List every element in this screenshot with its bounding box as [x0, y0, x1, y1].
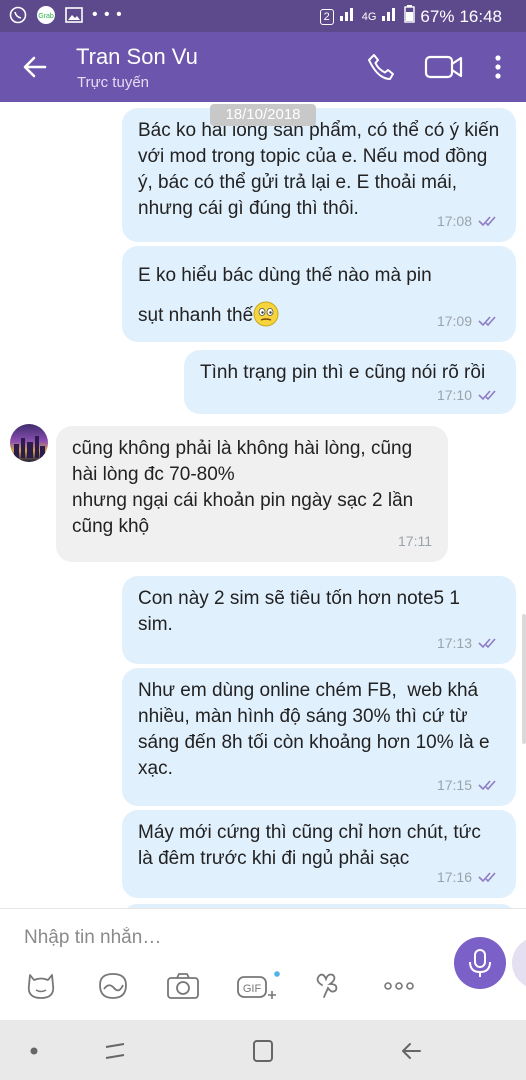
message-text: E ko hiểu bác dùng thế nào mà pin sụt nh… — [138, 265, 437, 326]
outgoing-message[interactable]: Bác ko hài lòng sản phẩm, có thể có ý ki… — [122, 108, 516, 242]
message-meta: 17:08 — [437, 208, 500, 234]
grab-icon: Grab — [36, 5, 56, 25]
back-button[interactable] — [20, 52, 50, 82]
read-tick-icon — [478, 780, 496, 791]
network-type: 4G — [361, 10, 377, 23]
camera-button[interactable] — [166, 971, 200, 1001]
outgoing-message[interactable]: Như em dùng online chém FB, web khá nhiề… — [122, 668, 516, 806]
message-time: 17:15 — [436, 777, 472, 793]
message-time: 17:16 — [436, 869, 472, 885]
message-text: cũng không phải là không hài lòng, cũng … — [72, 438, 414, 537]
composer: GIF — [0, 908, 526, 1020]
gif-icon: GIF — [237, 971, 280, 999]
secondary-action-button[interactable] — [512, 937, 526, 989]
doodle-button[interactable] — [96, 971, 130, 1001]
sim-indicator: 2 — [319, 8, 334, 25]
microphone-icon — [469, 949, 491, 977]
recent-apps-button[interactable] — [102, 1038, 128, 1064]
gallery-icon — [64, 5, 84, 25]
outgoing-message[interactable]: Con này 2 sim sẽ tiêu tốn hơn note5 1 si… — [122, 576, 516, 664]
message-time: 17:11 — [398, 533, 432, 549]
read-tick-icon — [478, 872, 496, 883]
camera-icon — [167, 973, 199, 999]
home-button[interactable] — [250, 1038, 276, 1064]
message-time: 17:08 — [436, 213, 472, 229]
back-nav-button[interactable] — [398, 1038, 424, 1064]
city-skyline-image — [14, 436, 45, 458]
message-meta: 17:13 — [437, 630, 500, 656]
home-dot-icon — [30, 1047, 38, 1055]
more-options-icon — [384, 982, 414, 990]
signal-icon — [339, 6, 357, 27]
outgoing-message[interactable]: Tình trạng pin thì e cũng nói rõ rồi 17:… — [184, 350, 516, 414]
call-button[interactable] — [366, 52, 398, 82]
system-indicators: 2 4G 67% 16:48 — [319, 5, 502, 28]
sticker-icon — [27, 974, 55, 999]
message-time: 17:13 — [436, 635, 472, 651]
message-input[interactable] — [24, 927, 424, 949]
message-meta: 17:09 — [437, 308, 500, 334]
viber-icon — [8, 5, 28, 25]
message-meta: 17:10 — [437, 382, 500, 408]
more-options-button[interactable] — [382, 971, 416, 1001]
svg-text:GIF: GIF — [243, 983, 262, 995]
video-call-button[interactable] — [424, 52, 466, 82]
recent-apps-icon — [105, 1043, 125, 1059]
overflow-menu-button[interactable] — [486, 52, 510, 82]
message-meta: 17:11 — [398, 528, 432, 554]
battery-icon — [404, 5, 416, 28]
doodle-icon — [99, 973, 127, 999]
system-navigation-bar — [0, 1020, 526, 1080]
outgoing-message[interactable]: Máy mới cứng thì cũng chỉ hơn chút, tức … — [122, 810, 516, 898]
date-separator: 18/10/2018 — [210, 104, 316, 126]
emoticon-icon — [316, 973, 338, 998]
svg-text:Grab: Grab — [38, 13, 54, 20]
message-text: Bác ko hài lòng sản phẩm, có thể có ý ki… — [138, 120, 505, 219]
message-list[interactable]: 18/10/2018 Bác ko hài lòng sản phẩm, có … — [0, 102, 526, 908]
video-camera-icon — [424, 55, 463, 79]
vertical-dots-icon — [495, 55, 501, 79]
chat-header: Tran Son Vu Trực tuyến — [0, 32, 526, 102]
more-dots-icon: • • • — [92, 6, 123, 23]
phone-icon — [368, 54, 394, 80]
signal-icon-2 — [381, 6, 399, 27]
arrow-left-icon — [23, 56, 47, 78]
confused-face-emoji — [253, 301, 279, 327]
voice-message-button[interactable] — [454, 937, 506, 989]
home-dot-button[interactable] — [24, 1038, 50, 1064]
status-bar: Grab • • • 2 4G 67% 16:48 — [0, 0, 526, 32]
outgoing-message[interactable]: E ko hiểu bác dùng thế nào mà pin sụt nh… — [122, 246, 516, 342]
scroll-indicator[interactable] — [522, 614, 526, 744]
emoticon-button[interactable] — [312, 971, 346, 1001]
message-meta: 17:16 — [437, 864, 500, 890]
battery-percent: 67% — [420, 6, 455, 26]
gif-button[interactable]: GIF — [236, 971, 280, 1001]
clock: 16:48 — [459, 6, 502, 26]
message-meta: 17:15 — [437, 772, 500, 798]
contact-status: Trực tuyến — [77, 74, 150, 91]
home-icon — [253, 1040, 273, 1062]
notification-icons: Grab • • • — [8, 5, 123, 25]
incoming-message[interactable]: cũng không phải là không hài lòng, cũng … — [56, 426, 448, 562]
message-time: 17:10 — [436, 387, 472, 403]
read-tick-icon — [478, 390, 496, 401]
read-tick-icon — [478, 638, 496, 649]
back-nav-icon — [402, 1043, 421, 1059]
contact-avatar[interactable] — [10, 424, 48, 462]
sticker-button[interactable] — [24, 971, 58, 1001]
viber-chat-screen: Grab • • • 2 4G 67% 16:48 Tran Son Vu Tr… — [0, 0, 526, 1080]
message-time: 17:09 — [436, 313, 472, 329]
message-text: Như em dùng online chém FB, web khá nhiề… — [138, 680, 495, 779]
contact-name[interactable]: Tran Son Vu — [76, 44, 198, 70]
read-tick-icon — [478, 216, 496, 227]
read-tick-icon — [478, 316, 496, 327]
